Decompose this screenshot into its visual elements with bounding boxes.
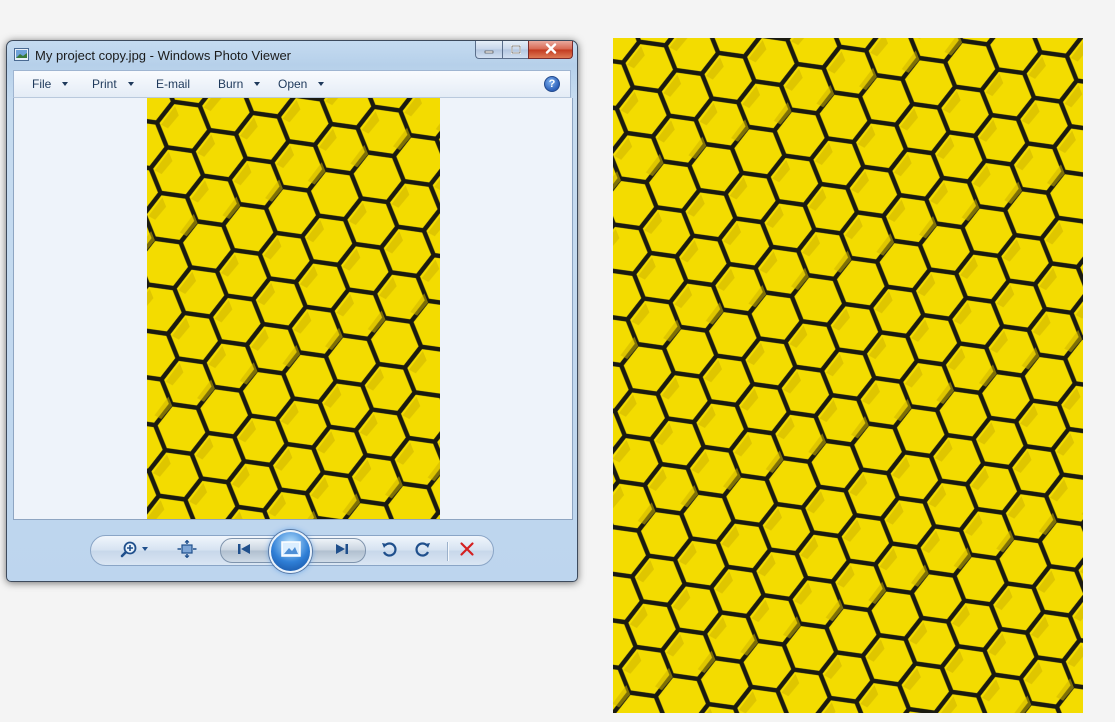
menu-file-label: File xyxy=(32,77,52,91)
maximize-icon xyxy=(510,41,521,59)
delete-x-icon xyxy=(459,541,475,562)
playback-controls xyxy=(90,530,494,573)
control-divider xyxy=(447,542,449,561)
next-button[interactable] xyxy=(331,542,353,560)
menu-print-label: Print xyxy=(92,77,117,91)
menu-burn-label: Burn xyxy=(218,77,244,91)
menu-burn[interactable]: Burn xyxy=(218,77,261,91)
skip-previous-icon xyxy=(234,542,254,561)
actual-size-button[interactable] xyxy=(176,539,198,563)
caption-buttons xyxy=(475,41,573,60)
chevron-down-icon xyxy=(127,82,134,86)
close-button[interactable] xyxy=(528,41,573,59)
minimize-button[interactable] xyxy=(475,41,502,59)
help-icon[interactable]: ? xyxy=(544,76,560,92)
magnifier-plus-icon xyxy=(120,540,150,563)
rotate-clockwise-button[interactable] xyxy=(413,540,433,563)
rotate-counterclockwise-button[interactable] xyxy=(379,540,399,563)
zoom-button[interactable] xyxy=(119,540,151,563)
previous-button[interactable] xyxy=(233,542,255,560)
actual-size-icon xyxy=(177,539,197,563)
honeycomb-photo xyxy=(613,38,1083,713)
desktop: My project copy.jpg - Windows Photo View… xyxy=(0,0,1115,722)
delete-button[interactable] xyxy=(457,541,477,562)
maximize-button[interactable] xyxy=(502,41,528,59)
menu-email[interactable]: E-mail xyxy=(156,77,190,91)
window-title: My project copy.jpg - Windows Photo View… xyxy=(35,48,292,63)
chevron-down-icon xyxy=(318,82,325,86)
menu-email-label: E-mail xyxy=(156,77,191,91)
slideshow-button[interactable] xyxy=(269,530,312,573)
chevron-down-icon xyxy=(62,82,69,86)
photo-viewer-app-icon[interactable] xyxy=(14,48,29,61)
displayed-photo xyxy=(147,98,440,519)
menu-open-label: Open xyxy=(278,77,308,91)
rotate-clockwise-icon xyxy=(414,540,432,563)
slideshow-icon xyxy=(280,541,301,562)
chevron-down-icon xyxy=(254,82,261,86)
menu-print[interactable]: Print xyxy=(92,77,134,91)
image-viewing-area[interactable] xyxy=(13,98,573,520)
minimize-icon xyxy=(484,41,494,59)
skip-next-icon xyxy=(332,542,352,561)
menu-open[interactable]: Open xyxy=(278,77,325,91)
rotate-counterclockwise-icon xyxy=(380,540,398,563)
close-icon xyxy=(545,41,557,59)
photo-viewer-window: My project copy.jpg - Windows Photo View… xyxy=(6,40,578,582)
menu-file[interactable]: File xyxy=(32,77,69,91)
title-bar[interactable]: My project copy.jpg - Windows Photo View… xyxy=(7,41,577,69)
menu-bar: File Print E-mail Burn Open ? xyxy=(13,70,571,98)
